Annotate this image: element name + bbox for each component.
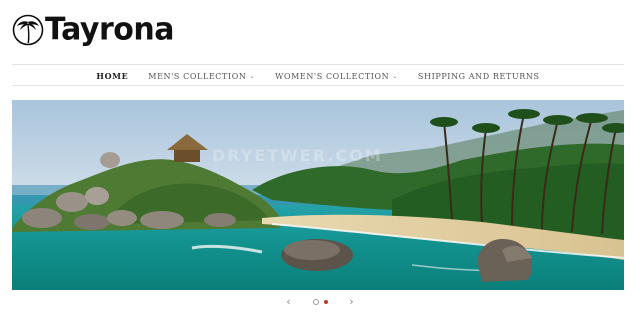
hero-beach-image bbox=[12, 100, 624, 290]
chevron-left-icon[interactable]: ‹ bbox=[281, 294, 297, 310]
chevron-down-icon: ⌄ bbox=[392, 72, 398, 80]
chevron-right-icon[interactable]: › bbox=[344, 294, 360, 310]
nav-item-label: SHIPPING AND RETURNS bbox=[417, 71, 540, 81]
brand-name: Tayrona bbox=[45, 11, 174, 48]
nav-item-home[interactable]: HOME bbox=[96, 71, 128, 81]
slider-pagination bbox=[312, 299, 328, 305]
hero-watermark: DRYETWER.COM bbox=[212, 146, 383, 165]
slider-controls: ‹ › bbox=[0, 294, 640, 310]
nav-item-mens-collection[interactable]: MEN'S COLLECTION ⌄ bbox=[148, 72, 255, 81]
slider-dot-2[interactable] bbox=[323, 300, 328, 304]
main-navigation: HOME MEN'S COLLECTION ⌄ WOMEN'S COLLECTI… bbox=[12, 64, 624, 86]
nav-item-shipping-and-returns[interactable]: SHIPPING AND RETURNS bbox=[418, 72, 540, 81]
chevron-down-icon: ⌄ bbox=[249, 72, 256, 80]
nav-item-label: WOMEN'S COLLECTION bbox=[275, 71, 390, 81]
slider-dot-1[interactable] bbox=[312, 299, 319, 305]
nav-item-label: MEN'S COLLECTION bbox=[148, 71, 247, 81]
nav-item-label: HOME bbox=[96, 71, 129, 81]
nav-item-womens-collection[interactable]: WOMEN'S COLLECTION ⌄ bbox=[275, 72, 398, 81]
hero-slider[interactable]: DRYETWER.COM bbox=[12, 100, 624, 290]
palm-tree-circle-logo-icon bbox=[12, 14, 44, 46]
brand-logo[interactable]: Tayrona bbox=[12, 8, 174, 52]
